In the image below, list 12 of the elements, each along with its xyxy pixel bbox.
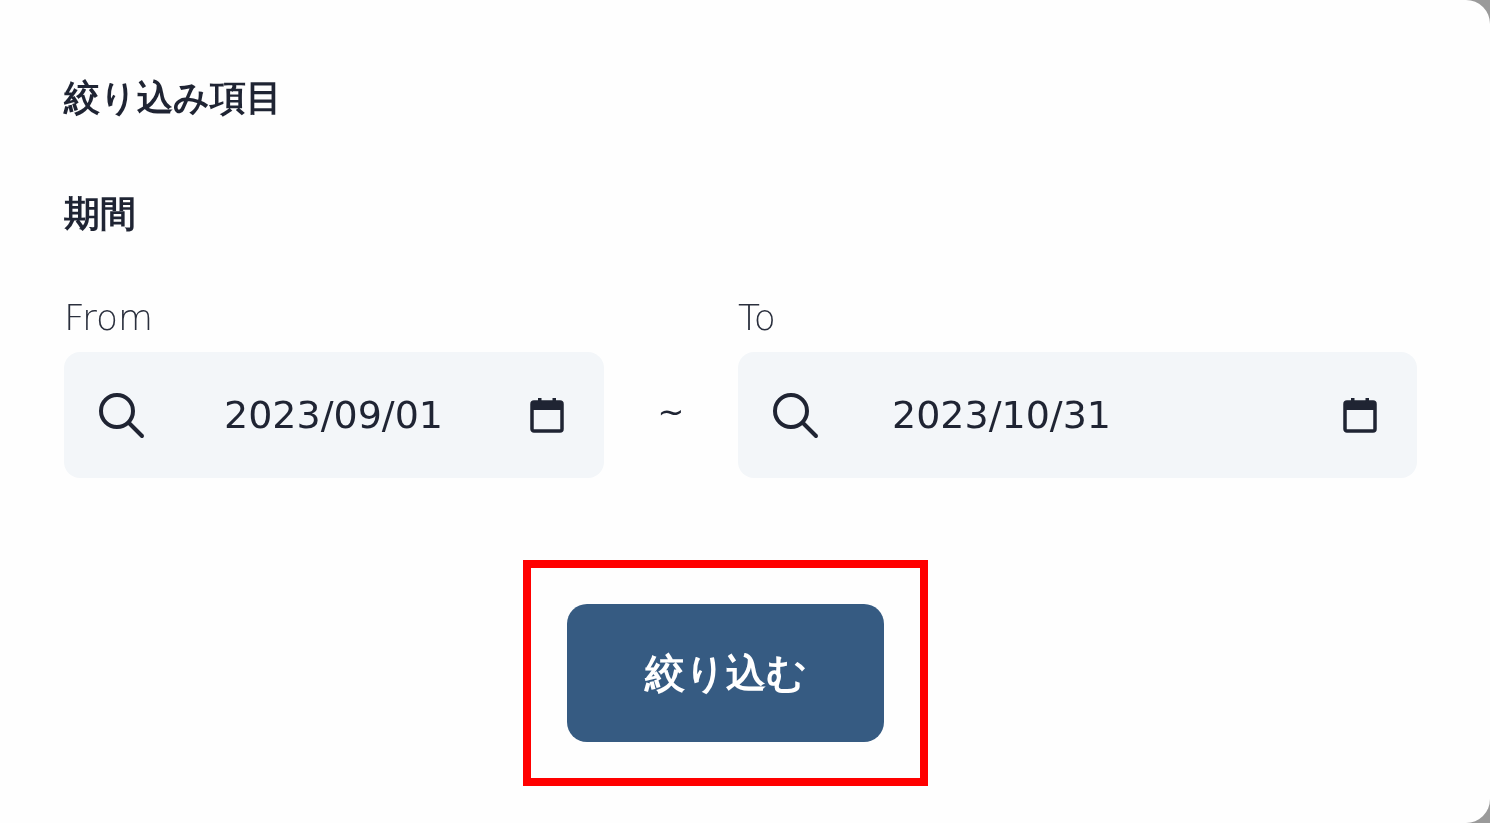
period-label: 期間 xyxy=(64,192,136,236)
date-field[interactable]: 2023/09/01 xyxy=(64,352,604,478)
filter-button[interactable]: 絞り込む xyxy=(567,604,884,742)
search-icon xyxy=(770,390,820,440)
date-field[interactable]: 2023/10/31 xyxy=(738,352,1417,478)
filter-heading: 絞り込み項目 xyxy=(64,76,282,120)
calendar-icon xyxy=(1343,397,1377,433)
date-label: From xyxy=(64,296,154,340)
date-label: To xyxy=(738,296,776,340)
range-separator: ~ xyxy=(656,392,686,433)
search-icon xyxy=(96,390,146,440)
calendar-icon xyxy=(530,397,564,433)
